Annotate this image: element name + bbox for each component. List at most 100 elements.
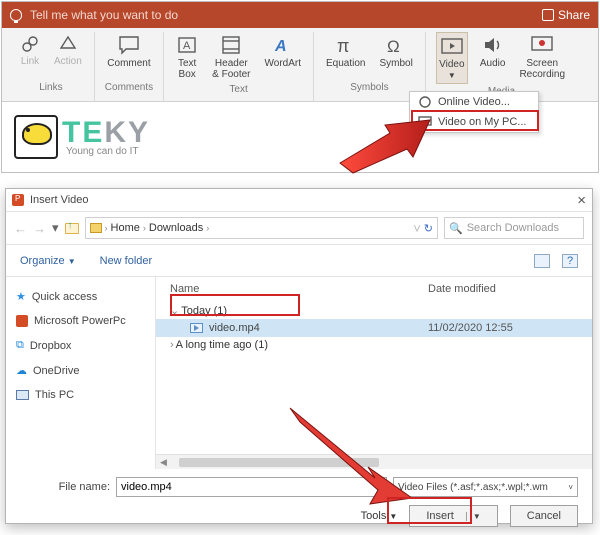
video-button[interactable]: Video ▼ [436, 32, 468, 84]
group-title-links: Links [18, 80, 84, 97]
globe-icon [418, 96, 432, 108]
list-header[interactable]: Name Date modified [156, 277, 592, 302]
logo-slogan: Young can do IT [66, 146, 150, 157]
refresh-button[interactable]: ↻ [424, 222, 433, 235]
video-label: Video [439, 59, 464, 70]
group-links: Link Action Links [8, 32, 95, 101]
textbox-button[interactable]: A Text Box [174, 32, 200, 82]
dialog-toolbar: Organize ▼ New folder ? [6, 245, 592, 277]
chevron-down-icon: ▼ [448, 72, 456, 81]
tree-dropbox[interactable]: ⧉Dropbox [12, 336, 149, 355]
symbol-label: Symbol [380, 58, 413, 69]
search-box[interactable]: 🔍 Search Downloads [444, 217, 584, 239]
action-label: Action [54, 56, 82, 67]
address-bar[interactable]: › Home › Downloads › ˅ ↻ [85, 217, 438, 239]
nav-tree: ★Quick access Microsoft PowerPc ⧉Dropbox… [6, 277, 156, 469]
insert-split-dropdown[interactable]: ▼ [466, 512, 481, 521]
help-button[interactable]: ? [562, 254, 578, 268]
link-label: Link [21, 56, 39, 67]
online-video-item[interactable]: Online Video... [410, 92, 538, 112]
crumb-dropdown[interactable]: ˅ [413, 221, 421, 236]
screen-label: Screen Recording [519, 58, 565, 80]
recent-button[interactable]: ▾ [52, 220, 59, 236]
new-folder-button[interactable]: New folder [100, 255, 153, 267]
share-icon [542, 9, 554, 21]
forward-button[interactable]: → [33, 221, 46, 236]
dialog-titlebar: Insert Video × [6, 189, 592, 211]
annotation-arrow-1 [335, 115, 435, 175]
svg-text:A: A [274, 38, 287, 55]
group-title-symbols: Symbols [324, 80, 415, 97]
star-icon: ★ [16, 290, 26, 303]
filename-label: File name: [20, 481, 110, 493]
crumb-home[interactable]: Home [111, 222, 140, 234]
tools-button[interactable]: Tools ▼ [361, 510, 398, 522]
audio-button[interactable]: Audio [478, 32, 508, 71]
organize-button[interactable]: Organize ▼ [20, 255, 76, 267]
share-button[interactable]: Share [542, 8, 590, 22]
group-today[interactable]: ⌄Today (1) [156, 302, 592, 319]
insert-button[interactable]: Insert ▼ [409, 505, 497, 527]
crumb-downloads[interactable]: Downloads [149, 222, 203, 234]
group-long-ago[interactable]: ›A long time ago (1) [156, 337, 592, 353]
link-button[interactable]: Link [18, 32, 42, 69]
svg-text:A: A [183, 40, 191, 52]
up-button[interactable] [65, 223, 79, 234]
annotation-arrow-2 [280, 400, 420, 510]
nav-bar: ← → ▾ › Home › Downloads › ˅ ↻ 🔍 Search … [6, 211, 592, 245]
lightbulb-icon [10, 9, 22, 21]
comment-label: Comment [107, 58, 150, 69]
tree-this-pc[interactable]: This PC [12, 386, 149, 404]
powerpoint-icon [12, 194, 24, 206]
view-button[interactable] [534, 254, 550, 268]
tree-powerpoint[interactable]: Microsoft PowerPc [12, 312, 149, 330]
file-row-video[interactable]: video.mp4 11/02/2020 12:55 [156, 319, 592, 337]
group-comments: Comment Comments [95, 32, 164, 101]
titlebar: Share [2, 2, 598, 28]
equation-label: Equation [326, 58, 365, 69]
search-icon: 🔍 [449, 222, 463, 235]
action-button[interactable]: Action [52, 32, 84, 69]
group-title-text: Text [174, 82, 303, 99]
comment-button[interactable]: Comment [105, 32, 152, 71]
insert-label: Insert [426, 510, 454, 522]
tree-quick-access[interactable]: ★Quick access [12, 287, 149, 306]
symbol-button[interactable]: Ω Symbol [378, 32, 415, 71]
tree-onedrive[interactable]: ☁OneDrive [12, 361, 149, 380]
tell-me-search[interactable] [30, 8, 542, 22]
video-my-pc-label: Video on My PC... [438, 116, 526, 128]
group-text: A Text Box Header & Footer A WordArt Tex… [164, 32, 314, 101]
wordart-button[interactable]: A WordArt [263, 32, 304, 71]
teky-logo: TEKY Young can do IT [14, 115, 150, 159]
pp-icon [16, 315, 28, 327]
file-filter-select[interactable]: Video Files (*.asf;*.asx;*.wpl;*.wm˅ [393, 477, 578, 497]
audio-label: Audio [480, 58, 506, 69]
file-name-label: video.mp4 [209, 322, 260, 334]
cancel-button[interactable]: Cancel [510, 505, 578, 527]
textbox-label: Text Box [178, 58, 196, 80]
share-label: Share [558, 8, 590, 22]
dialog-title: Insert Video [30, 194, 89, 206]
video-file-icon [190, 323, 203, 333]
col-name[interactable]: Name [170, 283, 428, 295]
search-placeholder: Search Downloads [467, 222, 559, 234]
close-button[interactable]: × [577, 192, 586, 209]
cloud-icon: ☁ [16, 364, 27, 377]
header-footer-button[interactable]: Header & Footer [210, 32, 252, 82]
folder-icon [90, 223, 102, 233]
file-date: 11/02/2020 12:55 [428, 322, 578, 334]
logo-green: TE [62, 116, 104, 149]
duck-icon [14, 115, 58, 159]
back-button[interactable]: ← [14, 221, 27, 236]
wordart-label: WordArt [265, 58, 302, 69]
dropbox-icon: ⧉ [16, 339, 24, 352]
online-video-label: Online Video... [438, 96, 510, 108]
equation-button[interactable]: π Equation [324, 32, 367, 71]
group-title-comments: Comments [105, 80, 153, 97]
col-date[interactable]: Date modified [428, 283, 578, 295]
screen-recording-button[interactable]: Screen Recording [517, 32, 567, 82]
pc-icon [16, 390, 29, 400]
header-label: Header & Footer [212, 58, 250, 80]
filter-text: Video Files (*.asf;*.asx;*.wpl;*.wm [398, 482, 548, 493]
svg-text:π: π [337, 36, 349, 56]
